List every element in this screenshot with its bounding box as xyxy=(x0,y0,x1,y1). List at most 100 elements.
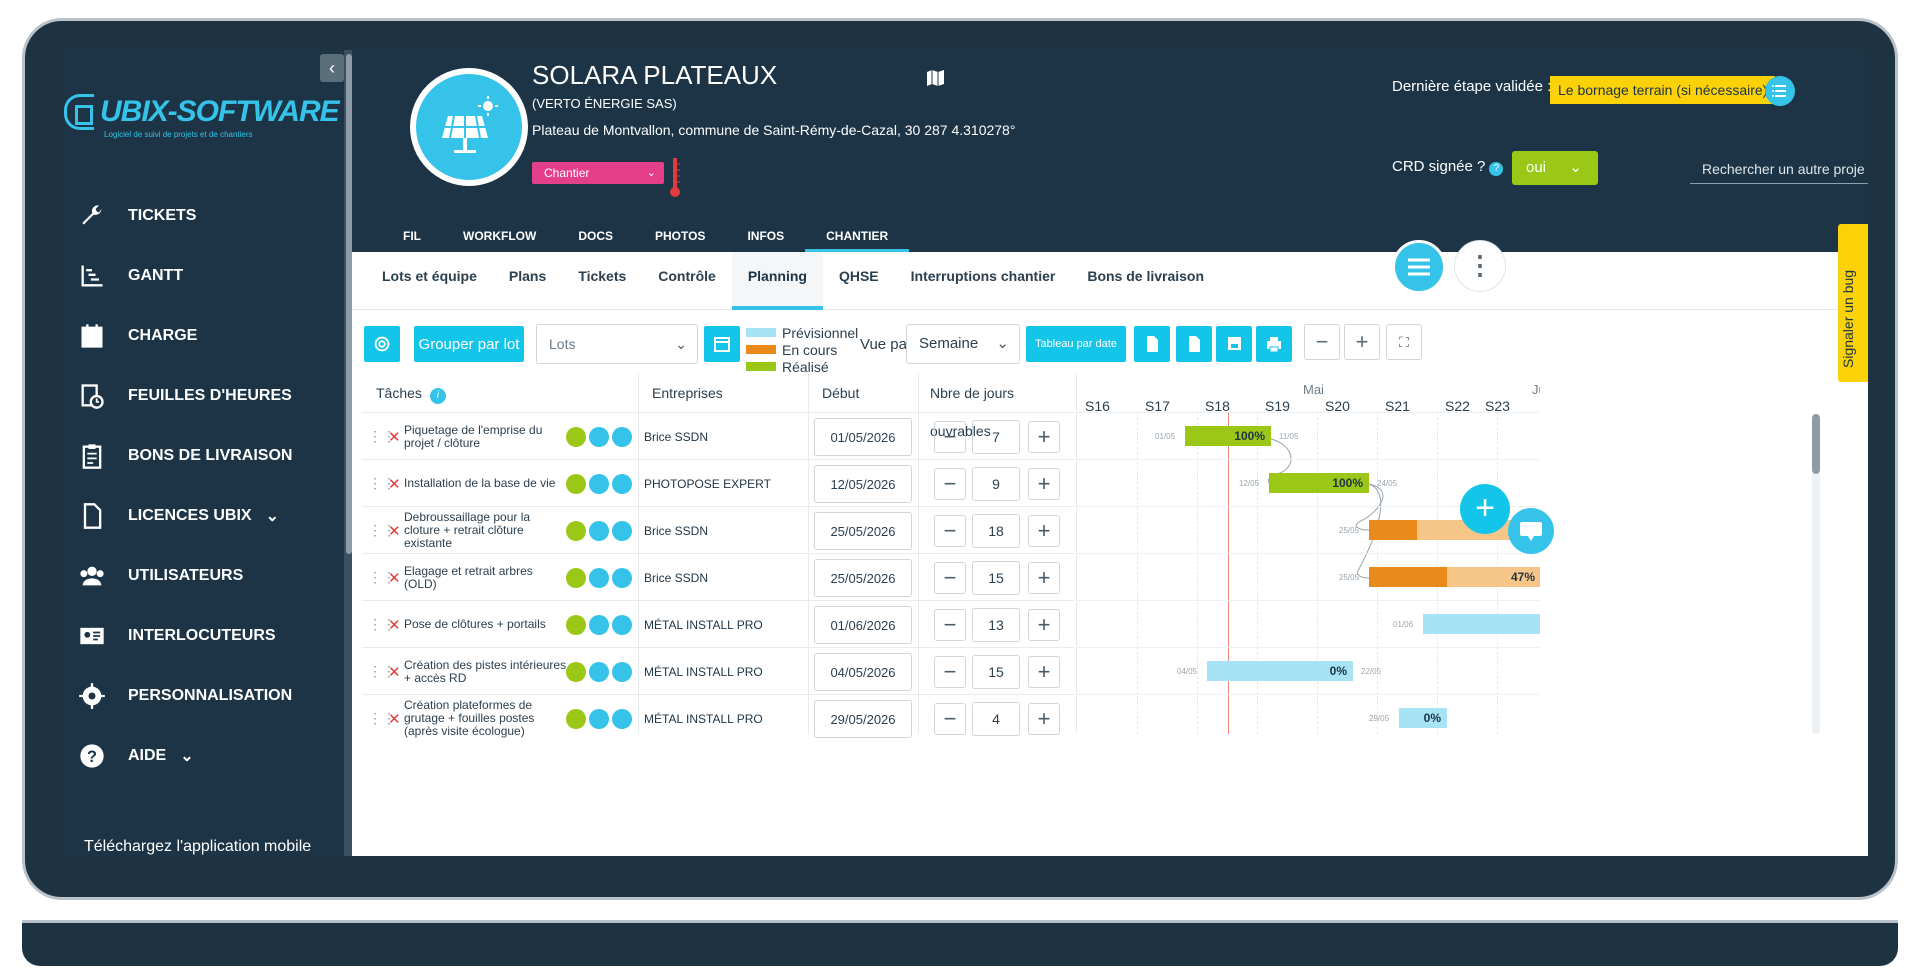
crd-select[interactable]: oui ⌄ xyxy=(1512,151,1598,185)
list-icon[interactable] xyxy=(612,567,632,588)
days-decrement-button[interactable]: − xyxy=(934,703,966,735)
delete-task-button[interactable]: ✕ xyxy=(388,413,401,460)
list-icon[interactable] xyxy=(612,708,632,729)
days-input[interactable]: 9 xyxy=(972,467,1020,501)
delete-task-button[interactable]: ✕ xyxy=(388,554,401,601)
delete-task-button[interactable]: ✕ xyxy=(388,507,401,554)
days-increment-button[interactable]: + xyxy=(1028,515,1060,547)
sidebar-item-aide[interactable]: ? AIDE ⌄ xyxy=(78,726,338,786)
subtab-qhse[interactable]: QHSE xyxy=(823,252,895,310)
photo-icon[interactable] xyxy=(589,520,609,541)
sidebar-item-gantt[interactable]: GANTT xyxy=(78,246,338,306)
days-decrement-button[interactable]: − xyxy=(934,656,966,688)
list-icon[interactable] xyxy=(612,473,632,494)
chat-button[interactable] xyxy=(1508,508,1554,554)
tab-docs[interactable]: DOCS xyxy=(557,220,634,252)
menu-button[interactable] xyxy=(1392,240,1446,294)
sidebar-item-charge[interactable]: CHARGE xyxy=(78,306,338,366)
list-icon[interactable] xyxy=(612,520,632,541)
sidebar-item-licences[interactable]: LICENCES UBIX ⌄ xyxy=(78,486,338,546)
photo-icon[interactable] xyxy=(589,473,609,494)
report-bug-label[interactable]: Signaler un bug xyxy=(1840,270,1856,368)
list-icon[interactable] xyxy=(612,661,632,682)
days-increment-button[interactable]: + xyxy=(1028,703,1060,735)
list-icon[interactable] xyxy=(612,614,632,635)
tab-workflow[interactable]: WORKFLOW xyxy=(442,220,557,252)
tab-fil[interactable]: FIL xyxy=(382,220,442,252)
group-by-lot-button[interactable]: Grouper par lot xyxy=(414,326,524,362)
worker-icon[interactable] xyxy=(566,520,586,541)
tab-infos[interactable]: INFOS xyxy=(726,220,805,252)
gantt-bar[interactable]: 47% xyxy=(1369,567,1540,587)
add-task-button[interactable]: + xyxy=(1460,484,1510,534)
worker-icon[interactable] xyxy=(566,567,586,588)
subtab-lots-equipe[interactable]: Lots et équipe xyxy=(366,252,493,310)
worker-icon[interactable] xyxy=(566,708,586,729)
save-button[interactable] xyxy=(1216,326,1252,362)
worker-icon[interactable] xyxy=(566,426,586,447)
subtab-tickets[interactable]: Tickets xyxy=(562,252,642,310)
status-select[interactable]: Chantier ⌄ xyxy=(532,162,664,184)
fullscreen-button[interactable]: ⛶ xyxy=(1386,324,1422,360)
subtab-interruptions[interactable]: Interruptions chantier xyxy=(895,252,1072,310)
photo-icon[interactable] xyxy=(589,708,609,729)
days-decrement-button[interactable]: − xyxy=(934,421,966,453)
export-pdf-button[interactable] xyxy=(1134,326,1170,362)
tab-photos[interactable]: PHOTOS xyxy=(634,220,726,252)
zoom-in-button[interactable]: + xyxy=(1344,324,1380,360)
settings-button[interactable] xyxy=(364,326,400,362)
days-input[interactable]: 18 xyxy=(972,514,1020,548)
photo-icon[interactable] xyxy=(589,661,609,682)
days-increment-button[interactable]: + xyxy=(1028,656,1060,688)
worker-icon[interactable] xyxy=(566,614,586,635)
subtab-bons-livraison[interactable]: Bons de livraison xyxy=(1071,252,1220,310)
days-input[interactable]: 7 xyxy=(972,420,1020,454)
days-input[interactable]: 4 xyxy=(972,702,1020,736)
zoom-out-button[interactable]: − xyxy=(1304,324,1340,360)
info-icon[interactable]: i xyxy=(429,388,446,404)
start-date-input[interactable]: 12/05/2026 xyxy=(814,465,912,503)
subtab-controle[interactable]: Contrôle xyxy=(642,252,732,310)
lots-select[interactable]: Lots ⌄ xyxy=(536,324,698,364)
print-button[interactable] xyxy=(1256,326,1292,362)
days-input[interactable]: 15 xyxy=(972,561,1020,595)
days-increment-button[interactable]: + xyxy=(1028,468,1060,500)
sidebar-item-utilisateurs[interactable]: UTILISATEURS xyxy=(78,546,338,606)
worker-icon[interactable] xyxy=(566,661,586,682)
project-search-input[interactable]: Rechercher un autre proje xyxy=(1690,154,1868,184)
subtab-plans[interactable]: Plans xyxy=(493,252,562,310)
days-input[interactable]: 15 xyxy=(972,655,1020,689)
gantt-scrollbar-thumb[interactable] xyxy=(1812,414,1820,474)
sidebar-item-feuilles-heures[interactable]: FEUILLES D'HEURES xyxy=(78,366,338,426)
days-decrement-button[interactable]: − xyxy=(934,468,966,500)
table-by-date-button[interactable]: Tableau par date xyxy=(1026,326,1126,362)
delete-task-button[interactable]: ✕ xyxy=(388,648,401,695)
gantt-bar[interactable] xyxy=(1423,614,1540,634)
days-increment-button[interactable]: + xyxy=(1028,609,1060,641)
subtab-planning[interactable]: Planning xyxy=(731,252,823,310)
days-decrement-button[interactable]: − xyxy=(934,609,966,641)
download-mobile-app-link[interactable]: Téléchargez l'application mobile xyxy=(84,838,311,856)
tab-chantier[interactable]: CHANTIER xyxy=(805,220,910,252)
start-date-input[interactable]: 29/05/2026 xyxy=(814,700,912,738)
photo-icon[interactable] xyxy=(589,614,609,635)
start-date-input[interactable]: 01/06/2026 xyxy=(814,606,912,644)
sidebar-item-personnalisation[interactable]: PERSONNALISATION xyxy=(78,666,338,726)
days-input[interactable]: 13 xyxy=(972,608,1020,642)
delete-task-button[interactable]: ✕ xyxy=(388,695,401,742)
help-icon[interactable]: ? xyxy=(1489,162,1504,176)
more-options-button[interactable]: ⋮ xyxy=(1454,240,1506,292)
gantt-bar[interactable]: 100% xyxy=(1185,426,1271,446)
delete-task-button[interactable]: ✕ xyxy=(388,460,401,507)
export-excel-button[interactable] xyxy=(1176,326,1212,362)
days-decrement-button[interactable]: − xyxy=(934,562,966,594)
photo-icon[interactable] xyxy=(589,426,609,447)
days-increment-button[interactable]: + xyxy=(1028,562,1060,594)
sidebar-item-interlocuteurs[interactable]: INTERLOCUTEURS xyxy=(78,606,338,666)
view-by-select[interactable]: Semaine ⌄ xyxy=(906,324,1020,364)
list-icon[interactable] xyxy=(612,426,632,447)
days-decrement-button[interactable]: − xyxy=(934,515,966,547)
gantt-bar[interactable]: 100% xyxy=(1269,473,1369,493)
map-icon[interactable] xyxy=(926,70,946,86)
calendar-button[interactable] xyxy=(704,326,740,362)
